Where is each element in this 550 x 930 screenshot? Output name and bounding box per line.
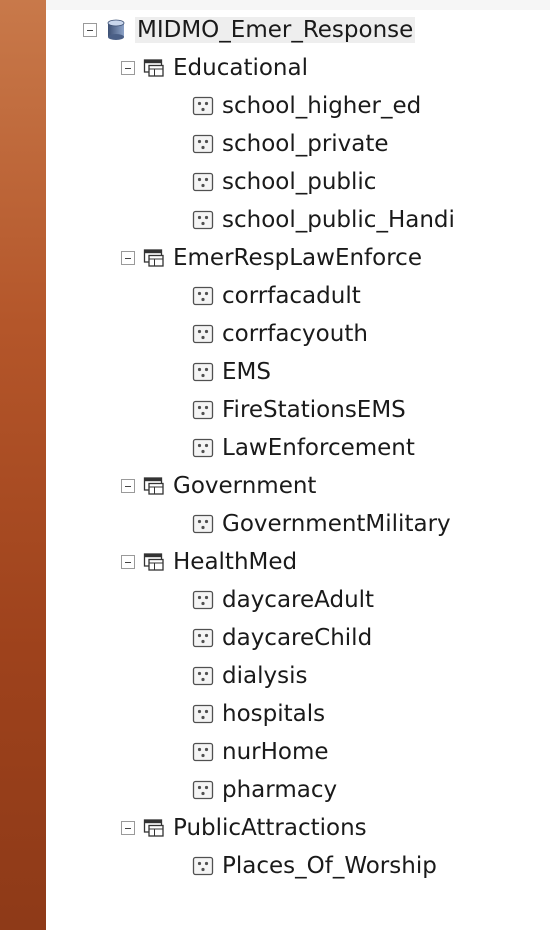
feature-dataset-label: PublicAttractions	[173, 815, 367, 841]
point-feature-class-icon	[192, 703, 214, 725]
point-feature-class-icon	[192, 627, 214, 649]
tree-item-feature-class[interactable]: EMS	[192, 353, 271, 391]
point-feature-class-icon	[192, 437, 214, 459]
feature-class-label: daycareChild	[222, 625, 373, 651]
point-feature-class-icon	[192, 323, 214, 345]
feature-class-label: school_public_Handi	[222, 207, 455, 233]
feature-class-label: hospitals	[222, 701, 326, 727]
feature-dataset-label: Educational	[173, 55, 308, 81]
feature-class-label: school_public	[222, 169, 377, 195]
collapse-minus-icon[interactable]	[121, 555, 135, 569]
feature-class-label: LawEnforcement	[222, 435, 415, 461]
feature-dataset-icon	[143, 58, 165, 78]
point-feature-class-icon	[192, 665, 214, 687]
tree-root-geodatabase[interactable]: MIDMO_Emer_Response	[83, 11, 416, 49]
tree-item-feature-class[interactable]: corrfacadult	[192, 277, 361, 315]
tree-item-feature-class[interactable]: school_private	[192, 125, 389, 163]
tree-item-feature-class[interactable]: hospitals	[192, 695, 325, 733]
feature-dataset-label: EmerRespLawEnforce	[173, 245, 422, 271]
collapse-minus-icon[interactable]	[121, 821, 135, 835]
feature-dataset-icon	[143, 476, 165, 496]
point-feature-class-icon	[192, 95, 214, 117]
tree-item-feature-class[interactable]: FireStationsEMS	[192, 391, 406, 429]
feature-class-label: FireStationsEMS	[222, 397, 406, 423]
feature-class-label: school_higher_ed	[222, 93, 422, 119]
feature-class-label: daycareAdult	[222, 587, 375, 613]
tree-item-feature-class[interactable]: dialysis	[192, 657, 307, 695]
tree-item-feature-class[interactable]: corrfacyouth	[192, 315, 368, 353]
feature-dataset-label: HealthMed	[173, 549, 298, 575]
tree-item-feature-dataset[interactable]: EmerRespLawEnforce	[121, 239, 422, 277]
feature-class-label: EMS	[222, 359, 271, 385]
tree-item-feature-dataset[interactable]: HealthMed	[121, 543, 297, 581]
collapse-minus-icon[interactable]	[121, 479, 135, 493]
tree-item-feature-class[interactable]: school_public_Handi	[192, 201, 455, 239]
point-feature-class-icon	[192, 589, 214, 611]
point-feature-class-icon	[192, 133, 214, 155]
tree-item-feature-class[interactable]: school_higher_ed	[192, 87, 421, 125]
point-feature-class-icon	[192, 513, 214, 535]
feature-class-label: corrfacyouth	[222, 321, 368, 347]
tree-item-feature-dataset[interactable]: Government	[121, 467, 316, 505]
point-feature-class-icon	[192, 855, 214, 877]
feature-class-label: pharmacy	[222, 777, 338, 803]
tree-item-feature-dataset[interactable]: PublicAttractions	[121, 809, 367, 847]
feature-dataset-label: Government	[173, 473, 317, 499]
tree-item-feature-class[interactable]: daycareChild	[192, 619, 372, 657]
feature-class-label: Places_Of_Worship	[222, 853, 437, 879]
tree-item-feature-class[interactable]: school_public	[192, 163, 376, 201]
point-feature-class-icon	[192, 399, 214, 421]
tree-item-feature-class[interactable]: daycareAdult	[192, 581, 374, 619]
feature-dataset-icon	[143, 552, 165, 572]
database-icon	[105, 19, 127, 41]
feature-dataset-icon	[143, 818, 165, 838]
left-background-strip	[0, 0, 46, 930]
collapse-minus-icon[interactable]	[121, 61, 135, 75]
point-feature-class-icon	[192, 209, 214, 231]
tree-item-feature-class[interactable]: Places_Of_Worship	[192, 847, 437, 885]
feature-class-label: school_private	[222, 131, 389, 157]
collapse-minus-icon[interactable]	[83, 23, 97, 37]
tree-item-feature-class[interactable]: pharmacy	[192, 771, 337, 809]
point-feature-class-icon	[192, 171, 214, 193]
feature-dataset-icon	[143, 248, 165, 268]
feature-class-label: GovernmentMilitary	[222, 511, 451, 537]
tree-item-feature-class[interactable]: nurHome	[192, 733, 329, 771]
collapse-minus-icon[interactable]	[121, 251, 135, 265]
feature-class-label: dialysis	[222, 663, 308, 689]
point-feature-class-icon	[192, 779, 214, 801]
catalog-tree-panel: MIDMO_Emer_Response Educational school_hig…	[46, 0, 550, 930]
tree-item-feature-dataset[interactable]: Educational	[121, 49, 308, 87]
point-feature-class-icon	[192, 361, 214, 383]
feature-class-label: corrfacadult	[222, 283, 361, 309]
tree-item-feature-class[interactable]: GovernmentMilitary	[192, 505, 451, 543]
panel-top-strip	[46, 0, 550, 10]
point-feature-class-icon	[192, 741, 214, 763]
tree-item-feature-class[interactable]: LawEnforcement	[192, 429, 415, 467]
feature-class-label: nurHome	[222, 739, 329, 765]
tree-root-label: MIDMO_Emer_Response	[135, 17, 416, 43]
point-feature-class-icon	[192, 285, 214, 307]
